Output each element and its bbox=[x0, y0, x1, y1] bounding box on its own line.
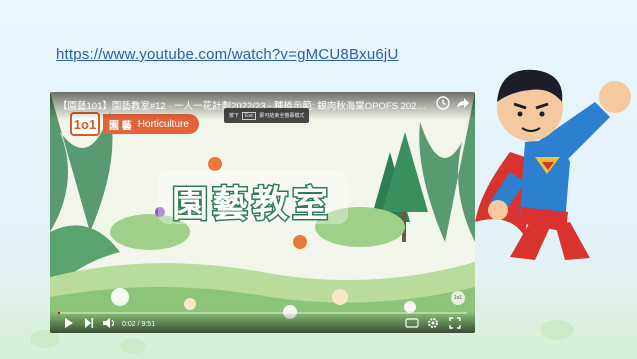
progress-bar[interactable] bbox=[58, 312, 467, 314]
video-main-title: 園藝教室 bbox=[170, 183, 333, 227]
fullscreen-exit-tooltip: 按下 Esc 即可結束全螢幕模式 bbox=[224, 108, 310, 123]
watch-later-icon[interactable] bbox=[436, 96, 450, 110]
channel-watermark: 1o1 bbox=[451, 291, 465, 305]
youtube-link[interactable]: https://www.youtube.com/watch?v=gMCU8Bxu… bbox=[56, 46, 399, 63]
progress-fill bbox=[58, 312, 60, 314]
tooltip-prefix: 按下 bbox=[229, 113, 240, 119]
next-icon[interactable] bbox=[84, 317, 94, 329]
share-icon[interactable] bbox=[456, 96, 470, 110]
play-icon[interactable] bbox=[64, 317, 74, 329]
youtube-video-player[interactable]: 園藝教室 1o1 園 藝 Horticulture 【園藝101】園藝教室#12… bbox=[50, 92, 475, 333]
brand-english: Horticulture bbox=[137, 118, 189, 130]
settings-icon[interactable] bbox=[427, 317, 439, 329]
fullscreen-icon[interactable] bbox=[449, 317, 461, 329]
background-decoration bbox=[120, 338, 146, 354]
volume-icon[interactable] bbox=[102, 317, 116, 329]
superhero-illustration bbox=[475, 69, 631, 260]
tooltip-key: Esc bbox=[242, 111, 257, 120]
subtitles-icon[interactable] bbox=[405, 317, 419, 329]
time-display: 0:02 / 9:51 bbox=[122, 321, 156, 328]
tooltip-text: 即可結束全螢幕模式 bbox=[259, 113, 305, 119]
background-decoration bbox=[540, 320, 574, 340]
